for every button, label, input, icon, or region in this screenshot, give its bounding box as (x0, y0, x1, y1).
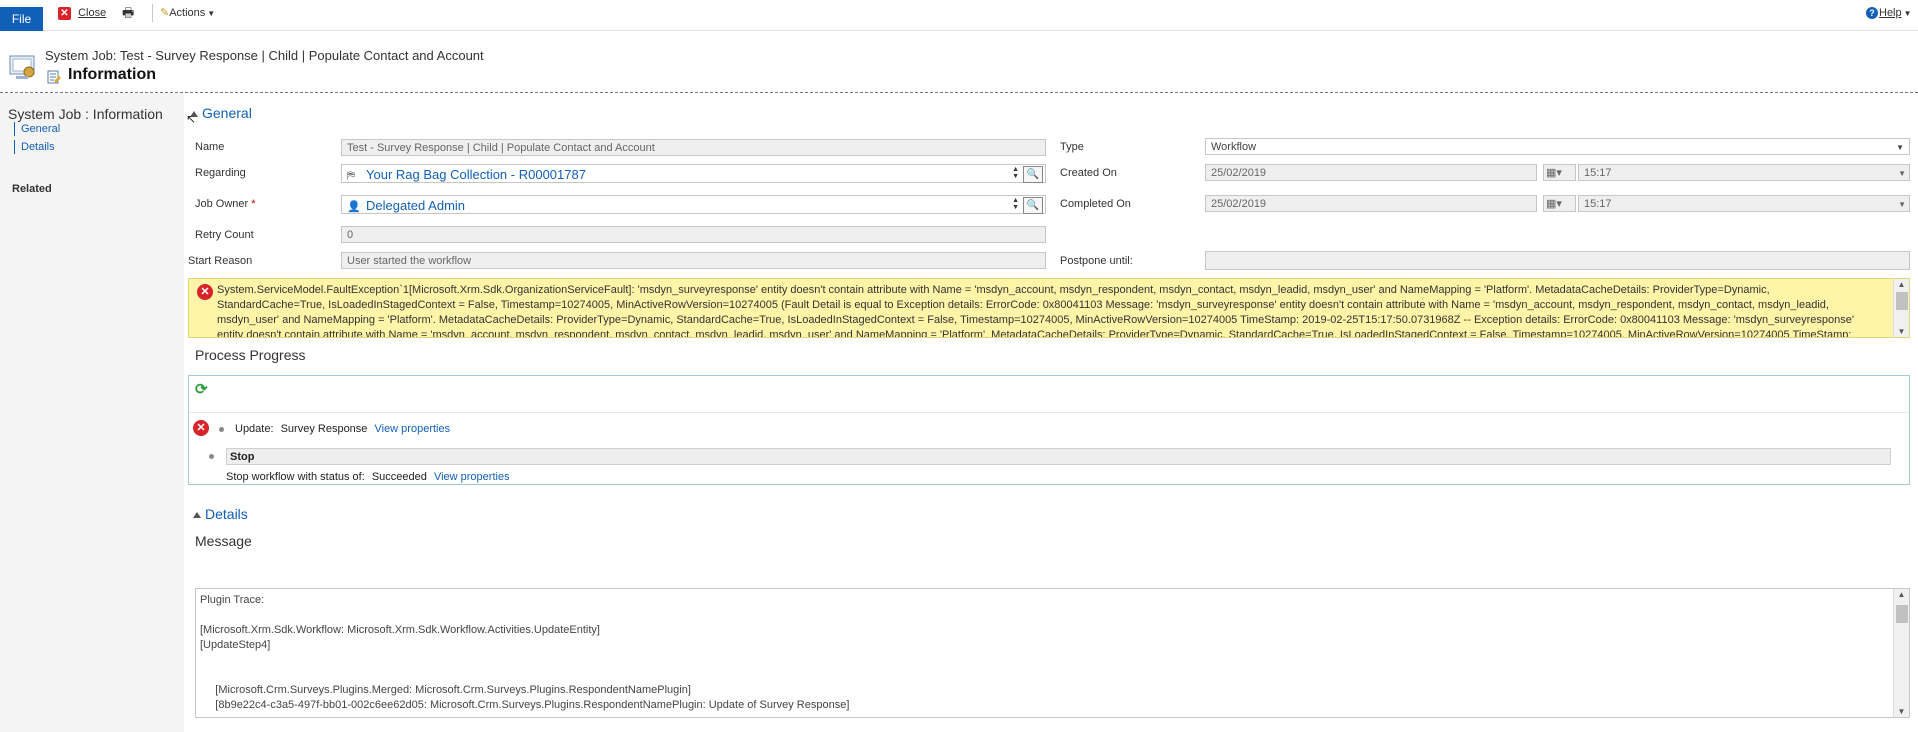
refresh-icon[interactable]: ⟳ (195, 380, 208, 398)
message-textarea[interactable]: Plugin Trace: [Microsoft.Xrm.Sdk.Workflo… (195, 588, 1910, 718)
scroll-down-icon[interactable]: ▼ (1894, 327, 1909, 336)
nav-link-details[interactable]: Details (14, 140, 55, 154)
regarding-lookup[interactable]: ⛿ Your Rag Bag Collection - R00001787 ▲ ▼… (341, 164, 1046, 183)
chevron-down-icon: ▼ (1898, 200, 1906, 209)
created-on-date[interactable]: 25/02/2019 (1205, 164, 1537, 181)
error-message: System.ServiceModel.FaultException`1[Mic… (217, 284, 1854, 338)
stop-desc: Stop workflow with status of: (226, 471, 365, 483)
actions-icon: ✎ (160, 7, 170, 19)
message-text: Plugin Trace: [Microsoft.Xrm.Sdk.Workflo… (200, 594, 850, 711)
update-view-properties-link[interactable]: View properties (374, 423, 450, 435)
nav-link-general[interactable]: General (14, 122, 60, 136)
chevron-down-icon: ▼ (1903, 9, 1912, 18)
message-scrollbar[interactable]: ▲ ▼ (1893, 589, 1909, 717)
created-on-time[interactable]: 15:17 ▼ (1578, 164, 1910, 181)
error-notification: ✕ System.ServiceModel.FaultException`1[M… (188, 278, 1910, 338)
page-title: System Job: Test - Survey Response | Chi… (45, 48, 484, 63)
stop-step-header: Stop (226, 448, 1891, 465)
nav-title: System Job : Information (8, 106, 163, 122)
help-menu-button[interactable]: ? Help ▼ (1866, 4, 1912, 22)
name-label: Name (195, 141, 225, 153)
required-indicator: * (251, 198, 256, 210)
created-on-time-value: 15:17 (1584, 167, 1612, 179)
actions-menu-button[interactable]: ✎Actions ▼ (160, 4, 215, 22)
step-error-icon: ✕ (193, 420, 209, 436)
calendar-picker-icon[interactable]: ▦▾ (1543, 164, 1576, 181)
retry-count-label: Retry Count (195, 229, 254, 241)
general-section-header[interactable]: General (190, 105, 252, 121)
collapse-icon (193, 512, 201, 519)
lookup-search-icon[interactable]: 🔍 (1023, 166, 1043, 183)
completed-on-date[interactable]: 25/02/2019 (1205, 195, 1537, 212)
regarding-value[interactable]: Your Rag Bag Collection - R00001787 (366, 167, 586, 182)
update-step: Update: Survey Response View properties (235, 423, 450, 435)
step-bullet-icon (219, 427, 224, 432)
print-icon[interactable]: 🖶 (122, 4, 134, 22)
step-entity: Survey Response (280, 423, 368, 435)
postpone-until-field[interactable] (1205, 251, 1910, 270)
error-icon: ✕ (197, 284, 213, 300)
start-reason-field[interactable]: User started the workflow (341, 252, 1046, 269)
completed-on-time-value: 15:17 (1584, 198, 1612, 210)
step-bullet-icon (209, 454, 214, 459)
step-action: Update: (235, 423, 274, 435)
type-value: Workflow (1211, 141, 1257, 153)
scroll-thumb[interactable] (1896, 605, 1908, 623)
stop-status: Succeeded (371, 471, 427, 483)
postpone-until-label: Postpone until: (1060, 255, 1133, 267)
completed-on-label: Completed On (1060, 198, 1131, 210)
start-reason-label: Start Reason (188, 255, 253, 267)
close-icon: ✕ (58, 6, 71, 20)
command-bar: File ✕ Close 🖶 ✎Actions ▼ ? Help ▼ (0, 0, 1918, 31)
name-field[interactable]: Test - Survey Response | Child | Populat… (341, 139, 1046, 156)
job-owner-value[interactable]: Delegated Admin (366, 198, 465, 213)
panel-divider (189, 412, 1909, 413)
job-owner-label-text: Job Owner (195, 198, 249, 210)
actions-label: Actions (169, 7, 206, 19)
details-section-header[interactable]: Details (193, 506, 248, 522)
file-button[interactable]: File (0, 7, 43, 31)
type-select[interactable]: Workflow ▼ (1205, 138, 1910, 155)
help-icon: ? (1866, 7, 1878, 19)
system-job-entity-icon (8, 52, 38, 82)
lookup-search-icon[interactable]: 🔍 (1023, 197, 1043, 214)
scroll-up-icon[interactable]: ▲ (1894, 590, 1909, 599)
type-label: Type (1060, 141, 1084, 153)
completed-on-time[interactable]: 15:17 ▼ (1578, 195, 1910, 212)
stop-view-properties-link[interactable]: View properties (434, 471, 510, 483)
form-selector-icon[interactable] (46, 69, 62, 88)
chevron-down-icon: ▼ (1898, 169, 1906, 178)
process-progress-panel: ⟳ ✕ Update: Survey Response View propert… (188, 375, 1910, 485)
close-label: Close (78, 7, 107, 19)
created-on-label: Created On (1060, 167, 1117, 179)
stop-step: Stop workflow with status of: Succeeded … (226, 471, 510, 483)
scroll-down-icon[interactable]: ▼ (1894, 707, 1909, 716)
details-section-label: Details (205, 506, 248, 522)
general-section-label: General (202, 105, 252, 121)
error-scrollbar[interactable]: ▲ ▼ (1893, 279, 1909, 337)
chevron-down-icon: ▼ (1896, 143, 1904, 152)
mouse-cursor-icon: ↖ (186, 112, 197, 126)
ribbon-divider (152, 4, 153, 22)
regarding-label: Regarding (195, 167, 246, 179)
regarding-record-icon: ⛿ (347, 170, 355, 182)
header-divider (0, 92, 1918, 93)
user-icon: 👤 (347, 201, 361, 213)
calendar-picker-icon[interactable]: ▦▾ (1543, 195, 1576, 212)
nav-related-label: Related (12, 183, 52, 195)
chevron-down-icon: ▼ (207, 9, 216, 18)
job-owner-lookup[interactable]: 👤 Delegated Admin ▲ ▼ 🔍 (341, 195, 1046, 214)
spinner-arrows-icon[interactable]: ▲ ▼ (1012, 166, 1019, 180)
retry-count-field[interactable]: 0 (341, 226, 1046, 243)
help-label: Help (1879, 7, 1902, 19)
scroll-thumb[interactable] (1896, 292, 1908, 310)
message-label: Message (195, 533, 252, 549)
scroll-up-icon[interactable]: ▲ (1894, 280, 1909, 289)
close-button[interactable]: ✕ Close (58, 4, 106, 22)
process-progress-title: Process Progress (195, 347, 306, 363)
form-name[interactable]: Information (68, 66, 156, 84)
job-owner-label: Job Owner * (195, 198, 256, 210)
spinner-arrows-icon[interactable]: ▲ ▼ (1012, 197, 1019, 211)
